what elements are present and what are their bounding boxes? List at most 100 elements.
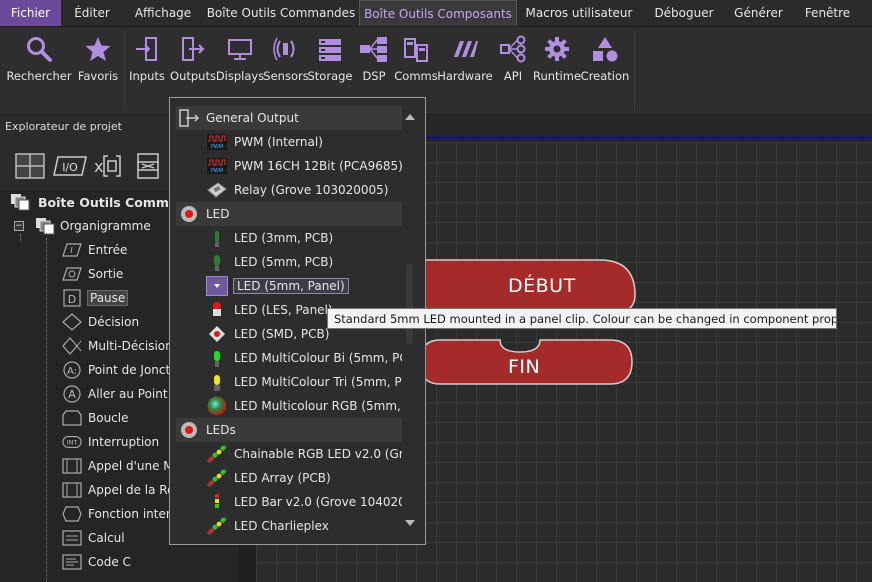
component-led-multicolour-rgb[interactable]: LED Multicolour RGB (5mm, PCB) xyxy=(176,394,402,418)
stack-icon xyxy=(34,217,56,235)
search-icon xyxy=(22,33,56,65)
menu-affichage[interactable]: Affichage xyxy=(123,0,203,26)
tree-item-point-jonction[interactable]: A: Point de Jonct xyxy=(62,358,170,382)
component-led-charlieplex[interactable]: LED Charlieplex xyxy=(176,514,402,538)
hardware-icon xyxy=(448,33,482,65)
category-led[interactable]: LED xyxy=(176,202,402,226)
tree-item-code-c[interactable]: Code C xyxy=(62,550,131,574)
tree-item-fonction-interne[interactable]: Fonction intern xyxy=(62,502,178,526)
stack-icon xyxy=(8,193,32,211)
io-view-icon[interactable]: I/O xyxy=(52,152,88,180)
code-icon xyxy=(62,553,82,571)
tree-item-pause[interactable]: D Pause xyxy=(62,286,129,310)
hardware-label: Hardware xyxy=(437,69,493,83)
storage-button[interactable]: Storage xyxy=(307,33,353,89)
tree-item-multi-decision[interactable]: Multi-Décision xyxy=(62,334,173,358)
favoris-button[interactable]: Favoris xyxy=(76,33,120,89)
tree-item-calcul[interactable]: Calcul xyxy=(62,526,125,550)
collapse-icon[interactable]: − xyxy=(14,221,24,231)
component-relay-grove[interactable]: Relay (Grove 103020005) xyxy=(176,178,402,202)
input-parallelogram-icon xyxy=(62,241,82,259)
input-icon xyxy=(130,33,164,65)
menu-boite-outils-commandes[interactable]: Boîte Outils Commandes xyxy=(203,0,359,26)
component-chainable-rgb-led[interactable]: Chainable RGB LED v2.0 (Grove xyxy=(176,442,402,466)
variables-icon[interactable]: x xyxy=(92,152,124,180)
tree-item-label: Multi-Décision xyxy=(88,339,173,353)
menu-fenetre[interactable]: Fenêtre xyxy=(790,0,865,26)
interrupt-icon: INT xyxy=(62,433,82,451)
comms-button[interactable]: Comms xyxy=(394,33,438,89)
storage-label: Storage xyxy=(307,69,353,83)
menu-fichier[interactable]: Fichier xyxy=(0,0,61,26)
grid-view-icon[interactable] xyxy=(14,152,46,180)
scrollbar-thumb[interactable] xyxy=(406,264,413,344)
component-led-array[interactable]: LED Array (PCB) xyxy=(176,466,402,490)
component-label: LED (5mm, PCB) xyxy=(234,255,334,269)
tree-item-decision[interactable]: Décision xyxy=(62,310,139,334)
tree-item-entree[interactable]: Entrée xyxy=(62,238,127,262)
pwm-icon: PWM xyxy=(206,132,228,152)
sensors-button[interactable]: Sensors xyxy=(263,33,309,89)
menu-macros-utilisateur[interactable]: Macros utilisateur xyxy=(517,0,641,26)
component-pwm-pca9685[interactable]: PWM PWM 16CH 12Bit (PCA9685) xyxy=(176,154,402,178)
component-label: LED Bar v2.0 (Grove 1040200 xyxy=(234,495,402,509)
star-icon xyxy=(81,33,115,65)
displays-label: Displays xyxy=(215,69,265,83)
tree-item-sortie[interactable]: Sortie xyxy=(62,262,123,286)
tree-item-label: Interruption xyxy=(88,435,160,449)
api-label: API xyxy=(503,69,523,83)
scroll-down-icon[interactable] xyxy=(403,518,417,528)
component-pwm-internal[interactable]: PWM PWM (Internal) xyxy=(176,130,402,154)
category-general-output[interactable]: General Output xyxy=(176,106,402,130)
tree-item-label: Aller au Point xyxy=(88,387,168,401)
component-ribbon: Rechercher Favoris Inputs Outputs Displa… xyxy=(0,27,872,115)
tree-item-appel-macro[interactable]: Appel d'une M xyxy=(62,454,174,478)
app-window: Fichier Éditer Affichage Boîte Outils Co… xyxy=(0,0,872,582)
inputs-button[interactable]: Inputs xyxy=(128,33,166,89)
category-leds[interactable]: LEDs xyxy=(176,418,402,442)
menu-editer[interactable]: Éditer xyxy=(61,0,123,26)
menu-generer[interactable]: Générer xyxy=(727,0,790,26)
led-strip-icon xyxy=(206,516,228,536)
shapes-icon xyxy=(588,33,622,65)
display-icon xyxy=(223,33,257,65)
led-green-icon xyxy=(206,228,228,248)
svg-text:x: x xyxy=(94,157,103,176)
menu-boite-outils-composants[interactable]: Boîte Outils Composants xyxy=(359,0,517,26)
hardware-button[interactable]: Hardware xyxy=(437,33,493,89)
rechercher-label: Rechercher xyxy=(6,69,72,83)
tree-item-label: Décision xyxy=(88,315,140,329)
category-label: LED xyxy=(206,207,230,221)
scroll-up-icon[interactable] xyxy=(403,112,417,122)
component-led-bar[interactable]: LED Bar v2.0 (Grove 1040200 xyxy=(176,490,402,514)
runtime-button[interactable]: Runtime xyxy=(533,33,581,89)
component-label: LED (LES, Panel) xyxy=(234,303,333,317)
start-label: DÉBUT xyxy=(508,275,576,297)
component-label: PWM (Internal) xyxy=(234,135,323,149)
tree-item-label: Calcul xyxy=(88,531,125,545)
category-label: General Output xyxy=(206,111,299,125)
menu-deboguer[interactable]: Déboguer xyxy=(641,0,727,26)
pwm-icon: PWM xyxy=(206,156,228,176)
component-led-5mm-pcb[interactable]: LED (5mm, PCB) xyxy=(176,250,402,274)
component-led-multicolour-bi[interactable]: LED MultiColour Bi (5mm, PCB) xyxy=(176,346,402,370)
creation-button[interactable]: Creation xyxy=(581,33,629,89)
dsp-button[interactable]: DSP xyxy=(356,33,392,89)
macros-icon[interactable] xyxy=(132,152,164,180)
component-led-multicolour-tri[interactable]: LED MultiColour Tri (5mm, PCB) xyxy=(176,370,402,394)
category-label: LEDs xyxy=(206,423,236,437)
tree-group-label: Organigramme xyxy=(60,219,151,233)
component-led-3mm[interactable]: LED (3mm, PCB) xyxy=(176,226,402,250)
outputs-button[interactable]: Outputs xyxy=(170,33,216,89)
tree-item-interruption[interactable]: INT Interruption xyxy=(62,430,159,454)
goto-letter: A xyxy=(68,388,76,401)
chevron-down-icon[interactable] xyxy=(206,276,228,296)
component-led-5mm-panel[interactable]: LED (5mm, Panel) xyxy=(176,274,402,298)
api-button[interactable]: API xyxy=(496,33,530,89)
rechercher-button[interactable]: Rechercher xyxy=(6,33,72,89)
displays-button[interactable]: Displays xyxy=(215,33,265,89)
tree-item-label: Code C xyxy=(88,555,131,569)
tree-item-appel-routine[interactable]: Appel de la Ro xyxy=(62,478,174,502)
tree-item-boucle[interactable]: Boucle xyxy=(62,406,129,430)
tree-item-aller-point[interactable]: A Aller au Point xyxy=(62,382,168,406)
